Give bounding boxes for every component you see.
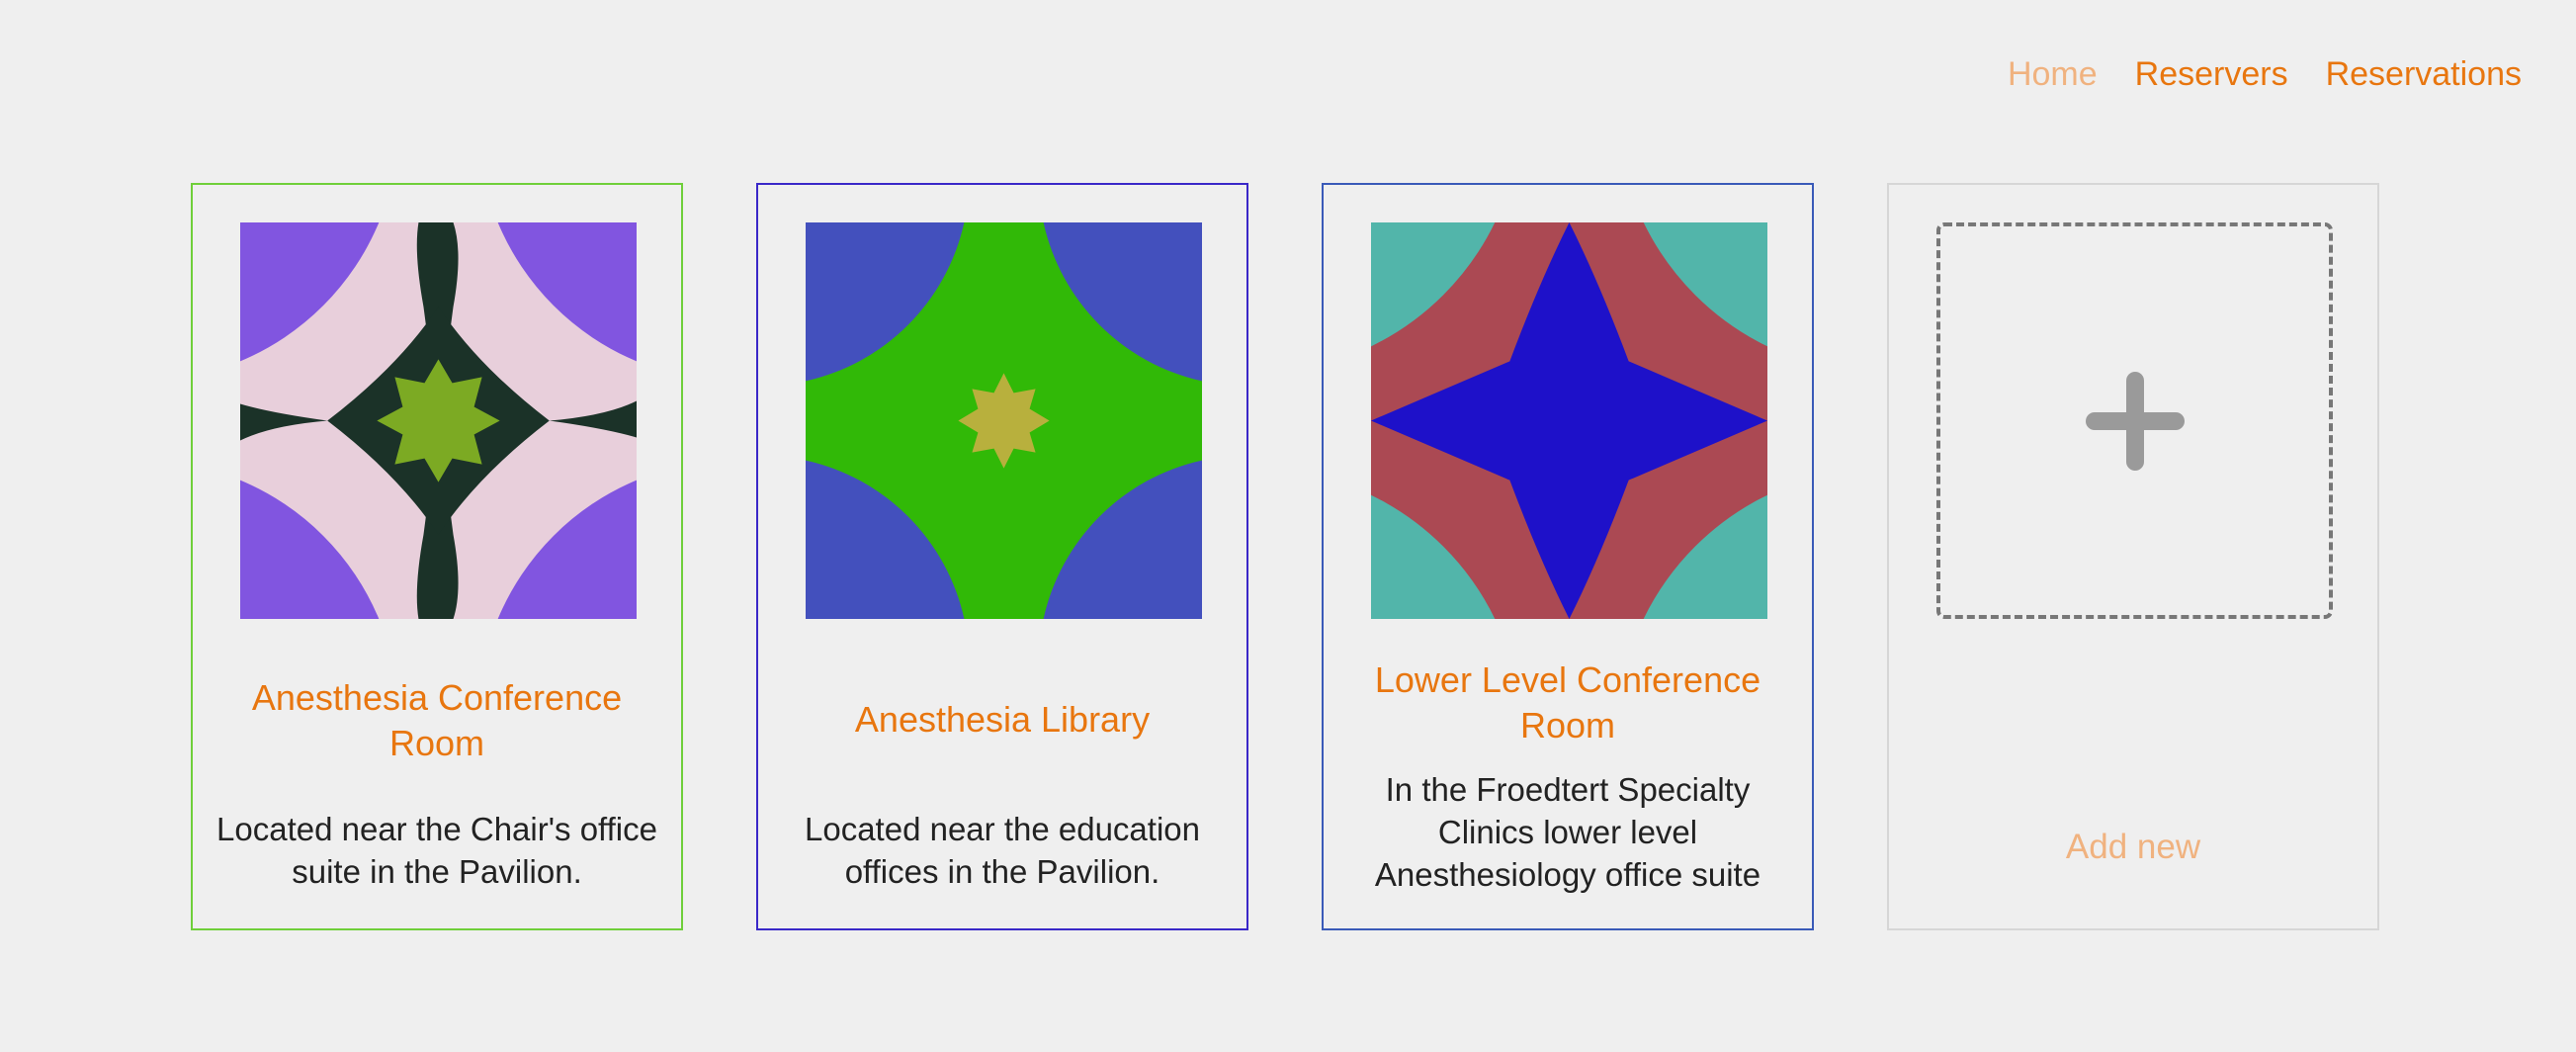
room-card[interactable]: Lower Level Conference Room In the Froed… bbox=[1322, 183, 1814, 930]
add-new-label[interactable]: Add new bbox=[1889, 828, 2377, 867]
room-card[interactable]: Anesthesia Conference Room Located near … bbox=[191, 183, 683, 930]
room-pattern-image bbox=[1371, 222, 1767, 619]
room-card[interactable]: Anesthesia Library Located near the educ… bbox=[756, 183, 1248, 930]
plus-icon bbox=[2085, 371, 2185, 471]
nav-reservations-link[interactable]: Reservations bbox=[2326, 55, 2522, 94]
room-pattern-image bbox=[806, 222, 1202, 619]
add-new-placeholder[interactable] bbox=[1936, 222, 2333, 619]
room-description: Located near the education offices in th… bbox=[805, 811, 1200, 890]
room-pattern-svg bbox=[240, 222, 637, 619]
nav-home-link[interactable]: Home bbox=[2008, 55, 2098, 94]
nav-reservers-link[interactable]: Reservers bbox=[2135, 55, 2288, 94]
room-description: In the Froedtert Specialty Clinics lower… bbox=[1374, 771, 1761, 893]
room-pattern-image bbox=[240, 222, 637, 619]
room-title[interactable]: Anesthesia Conference Room bbox=[203, 675, 671, 766]
room-card-list: Anesthesia Conference Room Located near … bbox=[191, 183, 2379, 930]
top-nav: Home Reservers Reservations bbox=[2008, 55, 2522, 94]
room-title[interactable]: Anesthesia Library bbox=[768, 697, 1237, 743]
room-pattern-svg bbox=[1371, 222, 1767, 619]
room-description: Located near the Chair's office suite in… bbox=[216, 811, 657, 890]
room-title[interactable]: Lower Level Conference Room bbox=[1333, 658, 1802, 748]
room-pattern-svg bbox=[806, 222, 1202, 619]
add-new-card[interactable]: Add new bbox=[1887, 183, 2379, 930]
